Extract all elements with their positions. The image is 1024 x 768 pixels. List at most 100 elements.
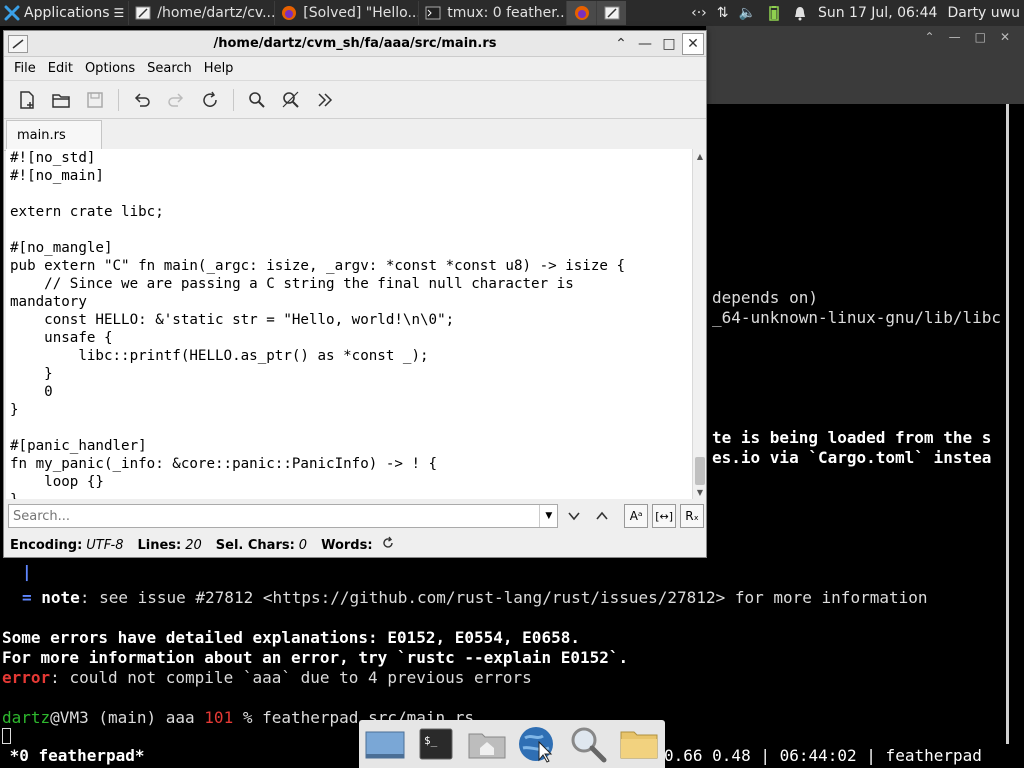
- menu-help[interactable]: Help: [198, 61, 240, 76]
- code-line: loop {}: [10, 474, 104, 490]
- dock-show-desktop[interactable]: [363, 722, 408, 766]
- battery-icon[interactable]: [766, 5, 782, 21]
- menu-icon: ☰: [113, 6, 125, 20]
- new-file-button[interactable]: [12, 85, 42, 115]
- xfce-logo-icon: [4, 5, 20, 21]
- minimize-button[interactable]: —: [634, 33, 656, 55]
- lines-value: 20: [185, 537, 202, 553]
- close-button[interactable]: ✕: [682, 32, 704, 55]
- code-line: }: [10, 366, 53, 382]
- regex-button[interactable]: Rₓ: [680, 504, 704, 528]
- error-text: : could not compile `aaa` due to 4 previ…: [50, 668, 532, 687]
- chevron-up-icon: [596, 511, 608, 520]
- whole-word-button[interactable]: [↔]: [652, 504, 677, 528]
- tab-main-rs[interactable]: main.rs: [6, 120, 102, 150]
- shade-button[interactable]: ⌃: [610, 33, 632, 55]
- terminal-error-line: error: could not compile `aaa` due to 4 …: [2, 668, 532, 687]
- open-file-button[interactable]: [46, 85, 76, 115]
- window-controls: ⌃ — □ ✕: [610, 32, 706, 55]
- terminal-text: te is being loaded from the s: [712, 428, 992, 447]
- task-firefox-icon-only[interactable]: [566, 1, 597, 25]
- undo-button[interactable]: [127, 85, 157, 115]
- dock-app-finder[interactable]: [566, 722, 611, 766]
- top-panel: Applications ☰ /home/dartz/cv... [Solved…: [0, 0, 1024, 26]
- maximize-button[interactable]: □: [658, 33, 680, 55]
- firefox-icon: [282, 6, 297, 20]
- dock: $_: [359, 720, 665, 768]
- clock[interactable]: Sun 17 Jul, 06:44: [818, 5, 938, 21]
- reload-icon: [203, 91, 217, 107]
- save-icon: [87, 91, 103, 108]
- save-button[interactable]: [80, 85, 110, 115]
- find-previous-button[interactable]: [590, 504, 614, 528]
- replace-button[interactable]: [276, 85, 306, 115]
- menu-search[interactable]: Search: [141, 61, 198, 76]
- more-tools-button[interactable]: [310, 85, 340, 115]
- folder-icon: [620, 731, 658, 759]
- chevron-down-icon[interactable]: ▼: [539, 505, 557, 527]
- featherpad-window[interactable]: /home/dartz/cvm_sh/fa/aaa/src/main.rs ⌃ …: [3, 30, 707, 558]
- terminal-scrollbar[interactable]: [1006, 104, 1009, 768]
- reload-button[interactable]: [195, 85, 225, 115]
- maximize-up-icon[interactable]: ⌃: [925, 30, 935, 44]
- find-next-button[interactable]: [562, 504, 586, 528]
- system-tray: ‹·› ⇅ 🔈 Sun 17 Jul, 06:44 Darty uwu: [691, 5, 1024, 21]
- user-name[interactable]: Darty uwu: [947, 5, 1020, 21]
- scroll-down-arrow-icon[interactable]: ▼: [693, 485, 707, 499]
- undo-icon: [134, 92, 150, 107]
- match-case-button[interactable]: Aᵃ: [624, 504, 649, 528]
- menu-edit[interactable]: Edit: [42, 61, 79, 76]
- maximize-icon[interactable]: □: [975, 30, 986, 44]
- code-line: #[panic_handler]: [10, 438, 147, 454]
- task-featherpad[interactable]: /home/dartz/cv...: [128, 1, 274, 25]
- minimize-icon[interactable]: —: [949, 30, 961, 44]
- window-titlebar[interactable]: /home/dartz/cvm_sh/fa/aaa/src/main.rs ⌃ …: [4, 31, 706, 57]
- code-line: extern crate libc;: [10, 204, 164, 220]
- tmux-window-list[interactable]: *0 featherpad*: [0, 746, 145, 765]
- dock-home-folder[interactable]: [464, 722, 509, 766]
- task-tmux[interactable]: tmux: 0 feather...: [418, 1, 566, 25]
- task-firefox[interactable]: [Solved] "Hello...: [274, 1, 418, 25]
- scroll-up-arrow-icon[interactable]: ▲: [693, 149, 707, 163]
- terminal-text: depends on): [712, 288, 818, 307]
- network-arrows-icon[interactable]: ‹·›: [691, 5, 707, 21]
- search-combobox[interactable]: ▼: [8, 504, 559, 528]
- search-bar: ▼ Aᵃ [↔] Rₓ: [6, 501, 704, 531]
- new-file-icon: [20, 90, 34, 109]
- prompt-user: dartz: [2, 708, 51, 727]
- find-button[interactable]: [242, 85, 272, 115]
- toolbar-separator: [233, 88, 234, 111]
- redo-icon: [168, 92, 184, 107]
- refresh-word-count-icon[interactable]: [381, 536, 395, 554]
- search-input[interactable]: [9, 508, 540, 524]
- dock-file-manager[interactable]: [616, 722, 661, 766]
- terminal-text: _64-unknown-linux-gnu/lib/libc: [712, 308, 1001, 327]
- code-line: mandatory: [10, 294, 87, 310]
- terminal-cursor: [2, 728, 11, 744]
- folder-open-icon: [52, 93, 70, 108]
- menu-options[interactable]: Options: [79, 61, 141, 76]
- editor-vertical-scrollbar[interactable]: ▲ ▼: [692, 149, 706, 499]
- volume-icon[interactable]: 🔈: [739, 5, 756, 21]
- dock-web-browser[interactable]: [515, 722, 560, 766]
- close-icon[interactable]: ✕: [1000, 30, 1010, 44]
- match-case-icon: Aᵃ: [629, 509, 643, 523]
- task-label: [Solved] "Hello...: [303, 5, 419, 21]
- magnifier-icon: [571, 727, 607, 763]
- menu-file[interactable]: File: [8, 61, 42, 76]
- task-featherpad-icon-only[interactable]: [596, 1, 627, 25]
- code-editor[interactable]: #![no_std] #![no_main] extern crate libc…: [6, 149, 692, 499]
- network-transfer-icon[interactable]: ⇅: [717, 5, 729, 21]
- applications-menu[interactable]: Applications ☰: [0, 0, 128, 26]
- dock-terminal[interactable]: $_: [414, 722, 459, 766]
- scrollbar-thumb[interactable]: [695, 457, 705, 485]
- redo-button[interactable]: [161, 85, 191, 115]
- terminal-icon: $_: [419, 728, 453, 760]
- code-line: }: [10, 402, 19, 418]
- featherpad-app-icon[interactable]: [8, 34, 28, 53]
- code-line: }: [6, 491, 692, 499]
- notification-bell-icon[interactable]: [792, 5, 808, 21]
- prompt-exit-code: 101: [204, 708, 234, 727]
